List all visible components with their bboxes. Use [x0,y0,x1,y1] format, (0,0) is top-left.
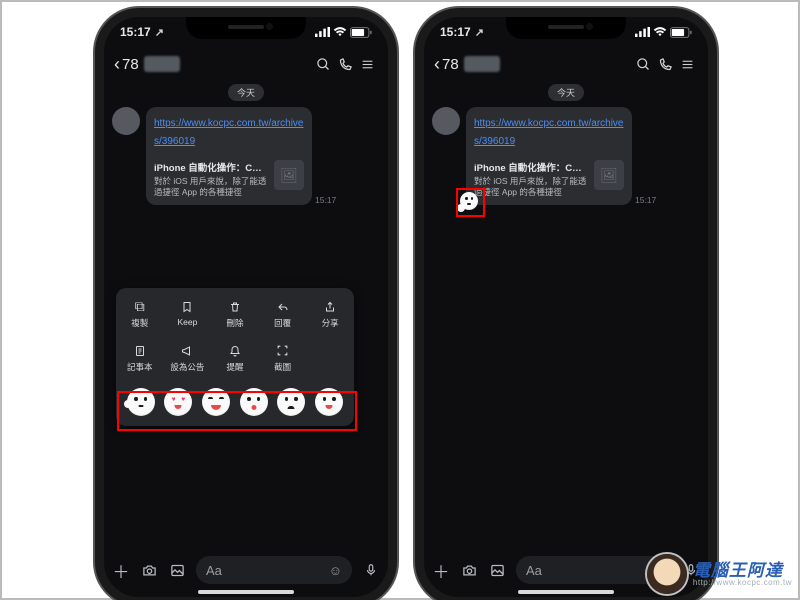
notch [506,17,626,39]
chevron-left-icon: ‹ [114,54,120,75]
search-icon[interactable] [632,57,654,72]
call-icon[interactable] [654,57,676,72]
text-input[interactable]: Aa ☺ [196,556,352,584]
link-bubble[interactable]: https://www.kocpc.com.tw/archives/396019 [146,107,312,154]
reaction-angry[interactable] [315,388,343,416]
phone-right: 15:17 ↗ ‹78 今天 [415,8,717,600]
battery-icon [350,27,372,38]
preview-title: iPhone 自動化操作：C… [474,160,588,174]
message[interactable]: https://www.kocpc.com.tw/archives/396019… [112,107,380,205]
reaction-laugh[interactable] [202,388,230,416]
plus-icon[interactable]: ＋ [112,558,130,583]
chat-header: ‹78 [104,47,388,81]
chat-header: ‹78 [424,47,708,81]
mic-icon[interactable] [362,561,380,579]
chat-name-blur [144,56,180,72]
gallery-icon[interactable] [168,563,186,578]
notch [186,17,306,39]
avatar[interactable] [112,107,140,135]
menu-icon[interactable] [356,58,378,71]
watermark-url: http://www.kocpc.com.tw [693,579,792,587]
preview-thumb: 🖼 [274,160,304,190]
reaction-surprised[interactable] [240,388,268,416]
watermark: 電腦王阿達 http://www.kocpc.com.tw [647,554,792,594]
bookmark-icon [181,299,193,314]
menu-screenshot[interactable]: 截圖 [259,336,307,380]
date-pill: 今天 [228,84,264,101]
link-preview[interactable]: iPhone 自動化操作：C… 對於 iOS 用戶來說，除了能透過捷徑 App … [466,154,632,205]
reply-icon [276,299,290,314]
menu-row-2: 記事本 設為公告 提醒 截圖 [116,336,354,380]
status-time: 15:17 [120,25,151,39]
capture-icon [276,343,289,358]
menu-row-1: ⧉複製 Keep 刪除 回覆 分享 [116,292,354,336]
watermark-title: 電腦王阿達 [693,562,792,579]
preview-desc: 對於 iOS 用戶來說，除了能透過捷徑 App 的各種捷徑 [154,176,268,198]
message-context-menu: ⧉複製 Keep 刪除 回覆 分享 記事本 設為公告 提醒 截圖 [116,288,354,426]
input-placeholder: Aa [206,563,222,578]
camera-icon[interactable] [140,563,158,578]
location-icon: ↗ [475,26,484,39]
search-icon[interactable] [312,57,334,72]
copy-icon: ⧉ [135,299,145,314]
menu-icon[interactable] [676,58,698,71]
menu-share[interactable]: 分享 [306,292,354,336]
preview-desc: 對於 iOS 用戶來說，除了能透過捷徑 App 的各種捷徑 [474,176,588,198]
menu-reply[interactable]: 回覆 [259,292,307,336]
member-count: 78 [442,56,459,73]
wifi-icon [653,27,667,37]
member-count: 78 [122,56,139,73]
note-icon [134,343,146,358]
signal-icon [635,27,650,37]
menu-keep[interactable]: Keep [164,292,212,336]
call-icon[interactable] [334,57,356,72]
back-button[interactable]: ‹78 [434,54,500,75]
megaphone-icon [180,343,194,358]
menu-copy[interactable]: ⧉複製 [116,292,164,336]
link-preview[interactable]: iPhone 自動化操作：C… 對於 iOS 用戶來說，除了能透過捷徑 App … [146,154,312,205]
share-icon [324,299,336,314]
reaction-badge[interactable] [460,192,478,210]
wifi-icon [333,27,347,37]
preview-title: iPhone 自動化操作：C… [154,160,268,174]
message-link[interactable]: https://www.kocpc.com.tw/archives/396019 [154,118,304,147]
emoji-icon[interactable]: ☺ [329,563,342,578]
home-indicator[interactable] [518,590,614,594]
link-bubble[interactable]: https://www.kocpc.com.tw/archives/396019 [466,107,632,154]
phone-left: 15:17 ↗ ‹78 今天 [95,8,397,600]
reaction-row [116,382,354,418]
menu-announce[interactable]: 設為公告 [164,336,212,380]
reaction-sad[interactable] [277,388,305,416]
back-button[interactable]: ‹78 [114,54,180,75]
location-icon: ↗ [155,26,164,39]
menu-note[interactable]: 記事本 [116,336,164,380]
menu-remind[interactable]: 提醒 [211,336,259,380]
reaction-love[interactable] [164,388,192,416]
chat-area: 今天 https://www.kocpc.com.tw/archives/396… [424,84,708,532]
timestamp: 15:17 [315,195,336,205]
signal-icon [315,27,330,37]
preview-thumb: 🖼 [594,160,624,190]
watermark-logo [647,554,687,594]
trash-icon [229,299,241,314]
camera-icon[interactable] [460,563,478,578]
date-pill: 今天 [548,84,584,101]
message-link[interactable]: https://www.kocpc.com.tw/archives/396019 [474,118,624,147]
gallery-icon[interactable] [488,563,506,578]
timestamp: 15:17 [635,195,656,205]
avatar[interactable] [432,107,460,135]
chat-area: 今天 https://www.kocpc.com.tw/archives/396… [104,84,388,532]
battery-icon [670,27,692,38]
bell-icon [229,343,241,358]
reaction-thumbsup[interactable] [127,388,155,416]
plus-icon[interactable]: ＋ [432,558,450,583]
input-bar: ＋ Aa ☺ [104,549,388,591]
message[interactable]: https://www.kocpc.com.tw/archives/396019… [432,107,700,205]
menu-delete[interactable]: 刪除 [211,292,259,336]
chevron-left-icon: ‹ [434,54,440,75]
home-indicator[interactable] [198,590,294,594]
input-placeholder: Aa [526,563,542,578]
chat-name-blur [464,56,500,72]
status-time: 15:17 [440,25,471,39]
